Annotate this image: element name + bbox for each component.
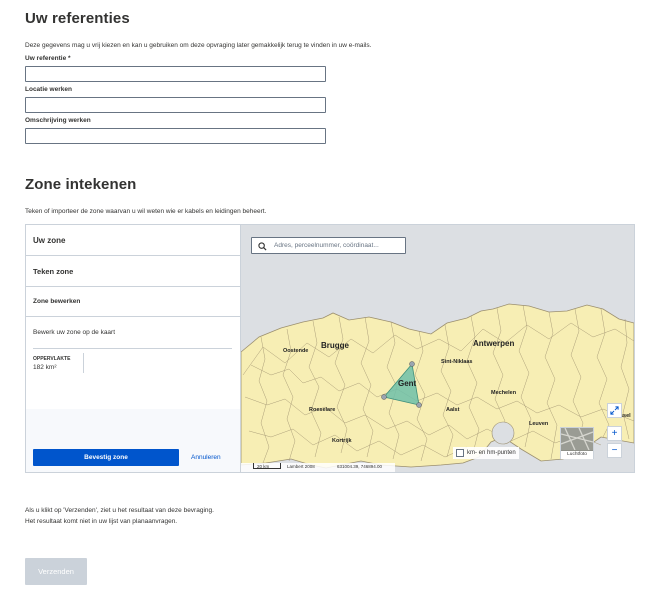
edit-zone-step[interactable]: Zone bewerken	[26, 287, 240, 317]
zoom-in-button[interactable]: +	[607, 426, 622, 441]
your-zone-header: Uw zone	[26, 225, 240, 256]
km-points-label: km- en hm-punten	[467, 450, 516, 456]
zone-sidebar: Uw zone Teken zone Zone bewerken Bewerk …	[26, 225, 241, 472]
plus-icon: +	[611, 428, 618, 439]
draw-zone-step[interactable]: Teken zone	[26, 256, 240, 287]
place-label: Gent	[398, 379, 417, 388]
coordinate-readout: 631004.39, 746894.00	[337, 464, 383, 469]
area-value: 182 km²	[33, 364, 57, 371]
reference-label: Uw referentie *	[25, 55, 71, 62]
place-label: Oostende	[283, 348, 309, 354]
map-viewer[interactable]: Brugge Antwerpen Oostende Sint-Niklaas G…	[241, 225, 634, 472]
description-input[interactable]	[25, 128, 326, 144]
place-label: Brugge	[321, 341, 349, 350]
divider	[83, 353, 84, 373]
place-label: Sint-Niklaas	[441, 359, 473, 365]
zone-vertex-handle	[381, 394, 387, 400]
description-label: Omschrijving werken	[25, 117, 91, 124]
minus-icon: −	[611, 445, 618, 456]
divider	[33, 348, 232, 349]
place-label: Antwerpen	[473, 339, 515, 348]
area-label: OPPERVLAKTE	[33, 356, 71, 362]
zone-vertex-handle	[416, 402, 422, 408]
edit-zone-body: Bewerk uw zone op de kaart OPPERVLAKTE 1…	[26, 317, 240, 409]
place-label: Leuven	[529, 421, 549, 427]
place-label: Kortrijk	[332, 438, 352, 444]
checkbox[interactable]	[456, 449, 464, 457]
submit-note-line2: Het resultaat komt niet in uw lijst van …	[25, 518, 178, 525]
brussels-region	[491, 421, 515, 445]
edit-zone-hint: Bewerk uw zone op de kaart	[33, 329, 116, 336]
aerial-photo-toggle[interactable]: Luchtfoto	[560, 427, 594, 459]
zone-vertex-handle	[409, 361, 415, 367]
aerial-label: Luchtfoto	[561, 451, 593, 459]
your-zone-title: Uw zone	[33, 236, 66, 245]
map-search-input[interactable]: Adres, perceelnummer, coördinaat...	[274, 242, 379, 249]
place-label: Aalst	[446, 407, 460, 413]
zone-title: Zone intekenen	[25, 176, 137, 193]
aerial-thumbnail	[561, 428, 593, 450]
location-input[interactable]	[25, 97, 326, 113]
confirm-zone-button[interactable]: Bevestig zone	[33, 449, 179, 466]
zoom-out-button[interactable]: −	[607, 443, 622, 458]
map-scale-bar: 20 km Lambert 2008 631004.39, 746894.00	[241, 463, 395, 472]
submit-note-line1: Als u klikt op 'Verzenden', ziet u het r…	[25, 507, 214, 514]
reference-input[interactable]	[25, 66, 326, 82]
zone-panel: Uw zone Teken zone Zone bewerken Bewerk …	[25, 224, 635, 473]
cancel-link[interactable]: Annuleren	[191, 454, 221, 461]
place-label: Mechelen	[491, 390, 517, 396]
references-title: Uw referenties	[25, 10, 130, 27]
references-intro: Deze gegevens mag u vrij kiezen en kan u…	[25, 42, 372, 49]
km-points-toggle[interactable]: km- en hm-punten	[453, 447, 519, 459]
fullscreen-icon[interactable]	[607, 403, 622, 418]
expand-icon	[610, 406, 619, 415]
zone-intro: Teken of importeer de zone waarvan u wil…	[25, 208, 267, 215]
draw-zone-label: Teken zone	[33, 267, 74, 276]
location-label: Locatie werken	[25, 86, 72, 93]
scale-label: 20 km	[257, 464, 270, 469]
edit-zone-label: Zone bewerken	[33, 298, 81, 305]
map-search-box[interactable]: Adres, perceelnummer, coördinaat...	[251, 237, 406, 254]
place-label: Roeselare	[309, 407, 336, 413]
search-icon	[258, 241, 267, 251]
submit-button[interactable]: Verzenden	[25, 558, 87, 585]
projection-label: Lambert 2008	[287, 464, 315, 469]
